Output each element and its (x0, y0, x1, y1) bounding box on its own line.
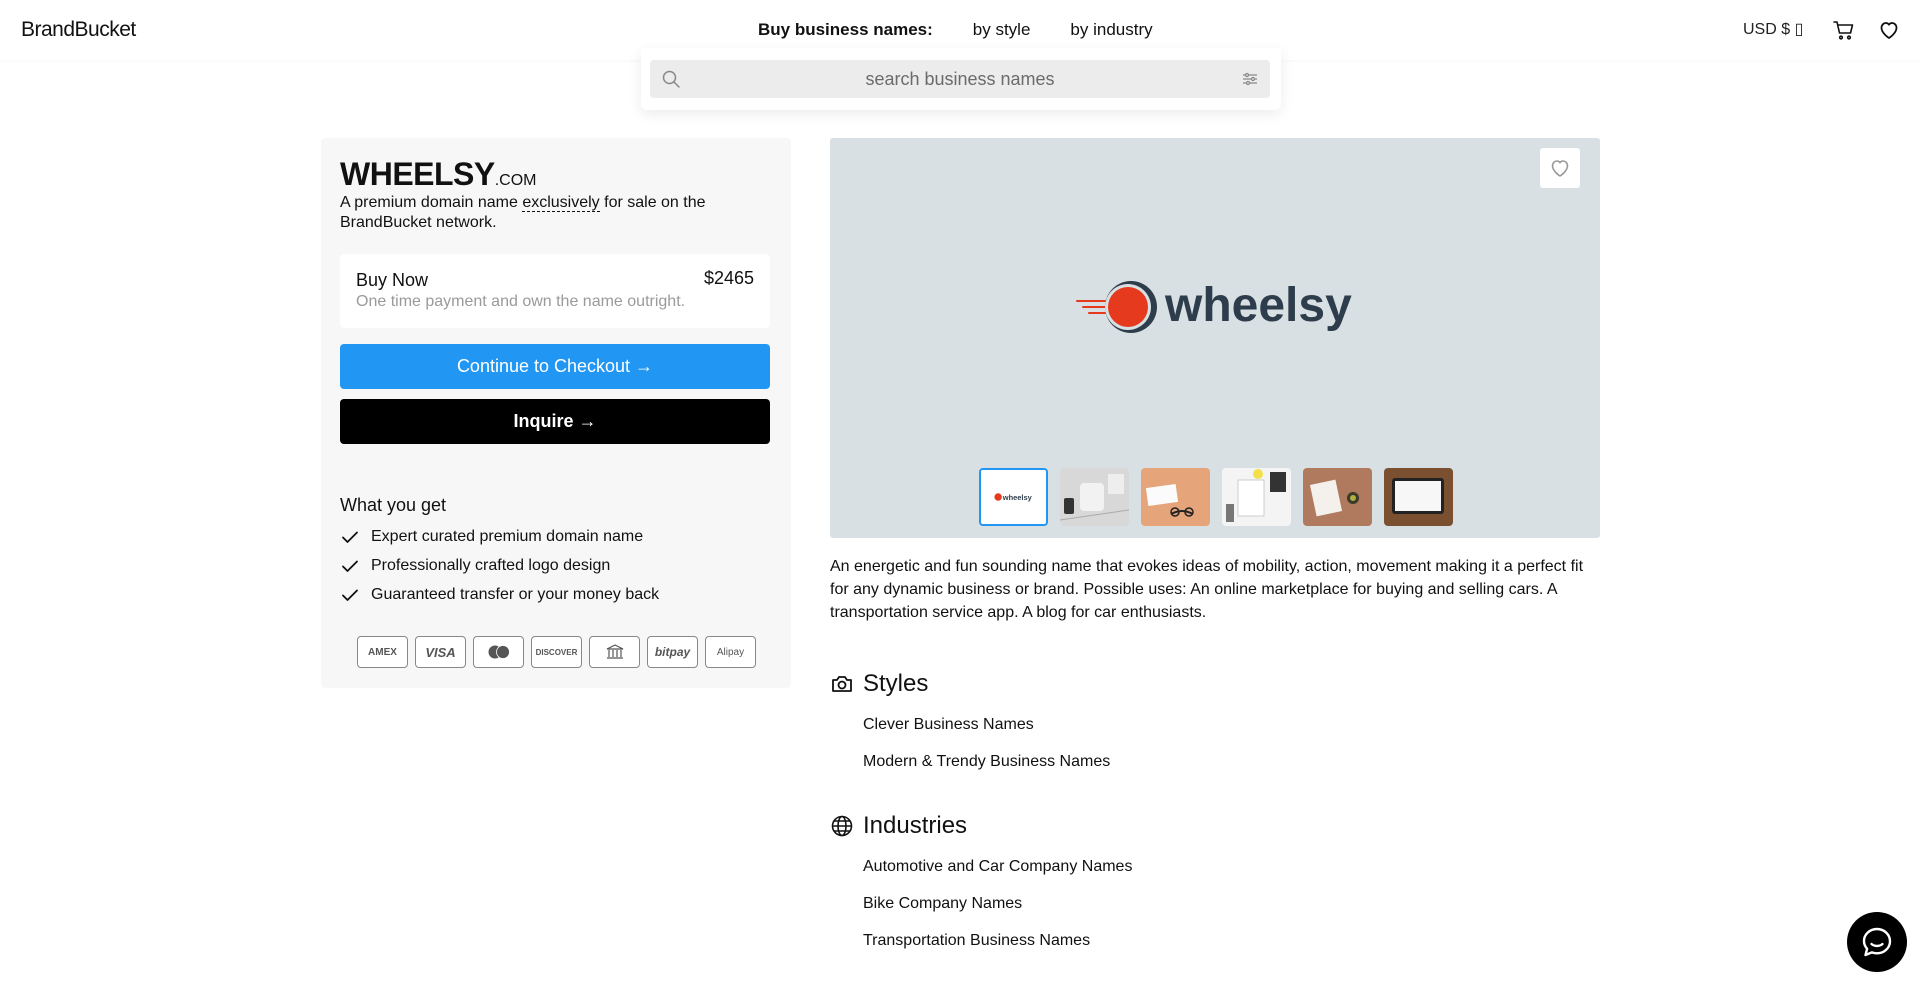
industries-list: Automotive and Car Company Names Bike Co… (863, 858, 1132, 969)
nav-by-style[interactable]: by style (973, 20, 1031, 40)
mastercard-icon (473, 636, 524, 668)
domain-description: A premium domain name exclusively for sa… (340, 193, 770, 233)
main-nav: Buy business names: by style by industry (758, 20, 1153, 40)
nav-by-industry[interactable]: by industry (1070, 20, 1152, 40)
what-you-get-list: Expert curated premium domain name Profe… (340, 522, 659, 609)
list-item: Professionally crafted logo design (340, 551, 659, 580)
list-item-label: Expert curated premium domain name (371, 527, 644, 545)
buy-now-option[interactable]: Buy Now One time payment and own the nam… (340, 254, 770, 328)
search-box (650, 60, 1270, 98)
list-item-label: Professionally crafted logo design (371, 556, 611, 574)
industry-link[interactable]: Transportation Business Names (863, 932, 1132, 969)
cart-icon[interactable] (1832, 18, 1856, 42)
search-bar (641, 48, 1281, 110)
globe-icon (831, 815, 853, 837)
check-icon (342, 589, 358, 601)
visa-icon: VISA (415, 636, 466, 668)
payment-methods: AMEX VISA DISCOVER bitpay Alipay (357, 636, 756, 668)
discover-icon: DISCOVER (531, 636, 582, 668)
inquire-button[interactable]: Inquire → (340, 399, 770, 444)
thumbnail-mockup-notebook[interactable] (1222, 468, 1291, 526)
desc-prefix: A premium domain name (340, 194, 523, 211)
check-icon (342, 531, 358, 543)
what-you-get-title: What you get (340, 495, 447, 515)
logo-wordmark: wheelsy (1164, 279, 1352, 332)
bitpay-icon: bitpay (647, 636, 698, 668)
style-link[interactable]: Clever Business Names (863, 716, 1110, 753)
thumbnail-strip: wheelsy (979, 468, 1453, 526)
industries-title: Industries (863, 812, 968, 839)
styles-title: Styles (863, 670, 929, 697)
domain-tld: .COM (494, 172, 537, 189)
thumb-wordmark: wheelsy (1002, 493, 1033, 502)
check-icon (342, 560, 358, 572)
continue-to-checkout-button[interactable]: Continue to Checkout → (340, 344, 770, 389)
name-description: An energetic and fun sounding name that … (830, 558, 1584, 621)
nav-title: Buy business names: (758, 20, 933, 39)
favorite-button[interactable] (1540, 148, 1580, 188)
logo-gallery: wheelsy wheelsy (830, 138, 1600, 538)
heart-icon[interactable] (1877, 18, 1901, 42)
thumbnail-mockup-paper[interactable] (1303, 468, 1372, 526)
purchase-panel: WHEELSY.COM A premium domain name exclus… (321, 138, 791, 688)
amex-icon: AMEX (357, 636, 408, 668)
wheelsy-logo: wheelsy (1076, 279, 1352, 333)
chat-button[interactable] (1847, 912, 1907, 972)
styles-heading: Styles (830, 670, 928, 698)
industry-link[interactable]: Automotive and Car Company Names (863, 858, 1132, 895)
currency-selector[interactable]: USD $ ▯ (1743, 19, 1803, 39)
buy-now-subtitle: One time payment and own the name outrig… (356, 293, 686, 310)
list-item-label: Guaranteed transfer or your money back (371, 585, 660, 603)
buy-now-title: Buy Now (356, 270, 429, 290)
thumbnail-mockup-tablet[interactable] (1384, 468, 1453, 526)
domain-title: WHEELSY.COM (340, 156, 537, 193)
search-icon (662, 70, 680, 88)
camera-icon (832, 676, 852, 692)
filter-icon[interactable] (1242, 71, 1258, 87)
domain-name: WHEELSY (340, 156, 495, 192)
industries-heading: Industries (830, 812, 967, 840)
list-item: Expert curated premium domain name (340, 522, 659, 551)
thumbnail-mockup-card[interactable] (1141, 468, 1210, 526)
styles-list: Clever Business Names Modern & Trendy Bu… (863, 716, 1110, 790)
alipay-icon: Alipay (705, 636, 756, 668)
thumbnail-mockup-devices[interactable] (1060, 468, 1129, 526)
chat-bubble-icon (1862, 927, 1892, 957)
style-link[interactable]: Modern & Trendy Business Names (863, 753, 1110, 790)
brandbucket-logo[interactable]: BrandBucket (21, 18, 136, 42)
exclusively-tooltip[interactable]: exclusively (522, 194, 600, 212)
list-item: Guaranteed transfer or your money back (340, 580, 659, 609)
thumbnail-logo[interactable]: wheelsy (979, 468, 1048, 526)
bank-icon (589, 636, 640, 668)
price: $2465 (703, 268, 754, 288)
search-input[interactable] (690, 60, 1230, 98)
heart-icon (1551, 160, 1569, 177)
industry-link[interactable]: Bike Company Names (863, 895, 1132, 932)
